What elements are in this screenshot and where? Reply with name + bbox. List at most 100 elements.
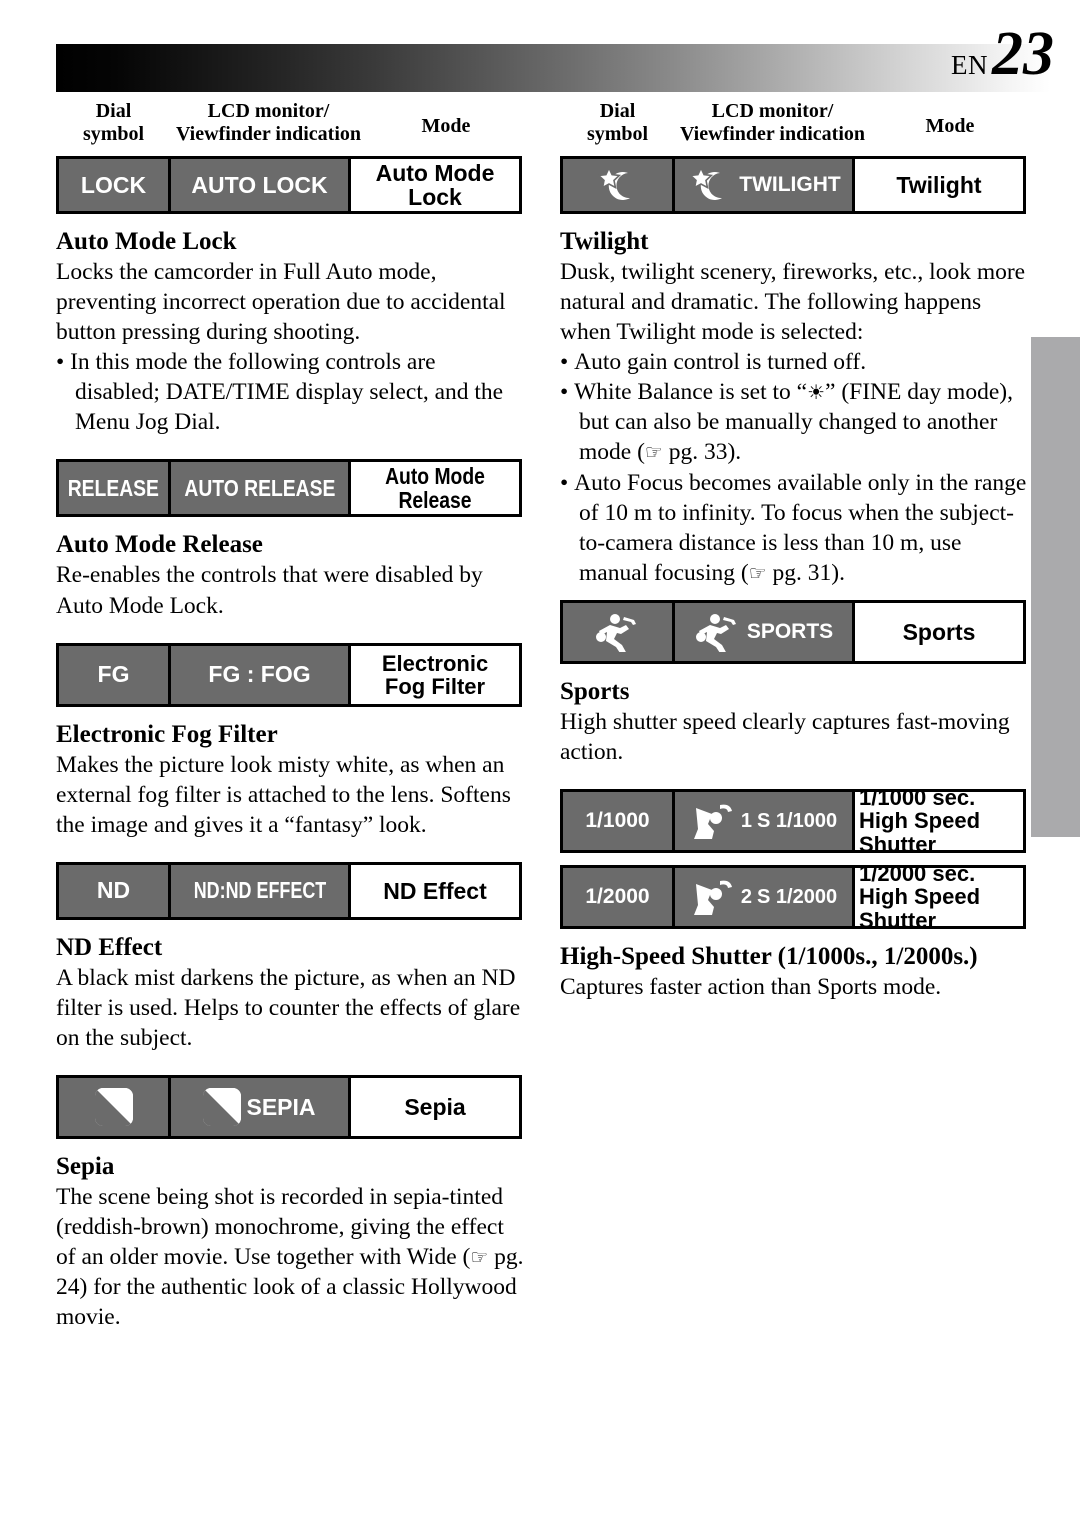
dial-symbol-text: RELEASE	[67, 474, 160, 501]
lcd-indication-text: AUTO RELEASE	[183, 474, 336, 501]
list-item: White Balance is set to “☀” (FINE day mo…	[560, 377, 1030, 467]
mode-name-cell: Auto Mode Lock	[351, 159, 519, 211]
header-gradient-band	[56, 44, 1050, 92]
section-body-nd-effect: A black mist darkens the picture, as whe…	[56, 964, 521, 1052]
section-title-auto-mode-lock: Auto Mode Lock	[56, 228, 237, 255]
column-header-dial-symbol: Dial symbol	[56, 100, 171, 146]
section-title-nd-effect: ND Effect	[56, 933, 163, 961]
sepia-body-part2: ) for the authentic look of a classic Ho…	[56, 1274, 517, 1331]
dial-head-line2: symbol	[82, 123, 145, 145]
table-row: LOCK AUTO LOCK Auto Mode Lock	[56, 156, 522, 214]
section-body-high-speed-shutter: Captures faster action than Sports mode.	[560, 974, 942, 1001]
dial-head-line1: Dial	[599, 100, 636, 122]
lcd-indication-text: ND:ND EFFECT	[193, 877, 326, 904]
section-edge-tab	[1031, 337, 1080, 837]
sports-icon	[595, 613, 636, 652]
lcd-head-line1: LCD monitor/	[711, 100, 834, 122]
lcd-badge-number: 2	[740, 885, 753, 908]
hand-pointer-icon: ☞	[644, 440, 663, 465]
column-header-mode: Mode	[925, 115, 975, 137]
lcd-indication-text: TWILIGHT	[739, 173, 841, 196]
column-header-lcd-indication: LCD monitor/ Viewfinder indication	[675, 100, 870, 146]
mode-name-line1: Electronic	[381, 650, 489, 676]
section-title-sports: Sports	[560, 677, 630, 705]
left-column-headers: Dial symbol LCD monitor/ Viewfinder indi…	[56, 100, 526, 156]
golfer-icon	[693, 804, 732, 840]
section-title-electronic-fog-filter: Electronic Fog Filter	[56, 720, 278, 748]
sepia-body-part1: The scene being shot is recorded in sepi…	[56, 1184, 504, 1271]
page-number: 23	[992, 20, 1054, 88]
twilight-b2-part1: White Balance is set to “	[574, 379, 808, 406]
sports-icon	[695, 613, 736, 652]
lcd-indication-cell: ND:ND EFFECT	[171, 864, 351, 917]
twilight-b2-part3: ).	[727, 439, 742, 466]
dial-symbol-cell	[563, 159, 675, 211]
section-body-auto-mode-release: Re-enables the controls that were disabl…	[56, 562, 483, 619]
table-row: SEPIA Sepia	[56, 1075, 522, 1140]
section-title-auto-mode-release: Auto Mode Release	[56, 531, 263, 559]
sepia-icon	[94, 1088, 133, 1127]
bullet-list-twilight: Auto gain control is turned off. White B…	[560, 347, 1030, 588]
table-row: TWILIGHT Twilight	[560, 156, 1026, 214]
mode-name-cell: Electronic Fog Filter	[351, 645, 519, 704]
section-body-sports: High shutter speed clearly captures fast…	[560, 708, 1010, 765]
section-body-auto-mode-lock: Locks the camcorder in Full Auto mode, p…	[56, 259, 506, 346]
dial-symbol-cell: LOCK	[59, 159, 171, 211]
section-title-high-speed-shutter: High-Speed Shutter (1/1000s., 1/2000s.)	[560, 943, 978, 971]
bullet-list-auto-mode-lock: In this mode the following controls are …	[56, 347, 526, 437]
lcd-head-line1: LCD monitor/	[207, 100, 330, 122]
hand-pointer-icon: ☞	[748, 560, 767, 585]
lcd-head-line2: Viewfinder indication	[679, 123, 865, 145]
mode-name-line2: High Speed Shutter	[859, 884, 981, 933]
mode-name-cell: ND Effect	[351, 864, 519, 917]
dial-head-line1: Dial	[95, 100, 132, 122]
mode-name-line1: 1/2000 sec.	[859, 861, 976, 887]
lcd-indication-text: S 1/2000	[757, 885, 838, 908]
lcd-indication-text: SPORTS	[746, 619, 834, 643]
list-item: In this mode the following controls are …	[56, 347, 526, 437]
twilight-b2-ref: pg. 33	[668, 439, 728, 466]
lcd-indication-cell: SEPIA	[171, 1078, 351, 1137]
dial-symbol-cell: 1/2000	[563, 868, 675, 927]
dial-symbol-cell: FG	[59, 645, 171, 704]
mode-name-line2: High Speed Shutter	[859, 808, 981, 857]
dial-symbol-cell: 1/1000	[563, 792, 675, 851]
lcd-head-line2: Viewfinder indication	[175, 123, 361, 145]
dial-symbol-cell	[563, 602, 675, 661]
mode-name-cell: Auto Mode Release	[351, 462, 519, 515]
twilight-icon	[596, 166, 630, 200]
lcd-indication-cell: AUTO RELEASE	[171, 462, 351, 515]
list-item: Auto gain control is turned off.	[560, 347, 1030, 377]
mode-name-cell: Sports	[855, 602, 1023, 661]
twilight-b3-part2: ).	[831, 559, 845, 586]
lcd-indication-text: S 1/1000	[757, 809, 838, 832]
lcd-indication-cell: AUTO LOCK	[171, 159, 351, 211]
column-header-lcd-indication: LCD monitor/ Viewfinder indication	[171, 100, 366, 146]
dial-symbol-cell: RELEASE	[59, 462, 171, 515]
sepia-icon	[203, 1088, 242, 1127]
mode-name-line2: Fog Filter	[384, 673, 486, 699]
mode-name-line1: 1/1000 sec.	[859, 785, 976, 811]
golfer-icon	[693, 880, 732, 916]
lcd-indication-cell: FG : FOG	[171, 645, 351, 704]
hand-pointer-icon: ☞	[470, 1245, 489, 1270]
mode-name-cell: Twilight	[855, 159, 1023, 211]
dial-symbol-cell: ND	[59, 864, 171, 917]
twilight-b3-ref: pg. 31	[772, 559, 832, 586]
left-column: Dial symbol LCD monitor/ Viewfinder indi…	[56, 100, 526, 1332]
dial-head-line2: symbol	[586, 123, 649, 145]
lcd-indication-cell: SPORTS	[675, 602, 855, 661]
page-marker: EN 23	[951, 20, 1054, 88]
mode-name-cell: 1/1000 sec. High Speed Shutter	[855, 786, 1023, 856]
section-body-twilight: Dusk, twilight scenery, fireworks, etc.,…	[560, 259, 1026, 346]
table-row: FG FG : FOG Electronic Fog Filter	[56, 642, 522, 707]
lcd-indication-cell: 2 S 1/2000	[675, 868, 855, 927]
right-column: Dial symbol LCD monitor/ Viewfinder indi…	[560, 100, 1030, 1002]
mode-name-cell: 1/2000 sec. High Speed Shutter	[855, 862, 1023, 932]
lcd-indication-cell: 1 S 1/1000	[675, 792, 855, 851]
language-code: EN	[951, 50, 988, 80]
twilight-icon	[689, 166, 723, 200]
table-row: RELEASE AUTO RELEASE Auto Mode Release	[56, 459, 522, 518]
section-body-electronic-fog-filter: Makes the picture look misty white, as w…	[56, 751, 511, 838]
table-row: 1/2000 2 S 1/2000 1/2000 sec. High Speed…	[560, 862, 1026, 932]
